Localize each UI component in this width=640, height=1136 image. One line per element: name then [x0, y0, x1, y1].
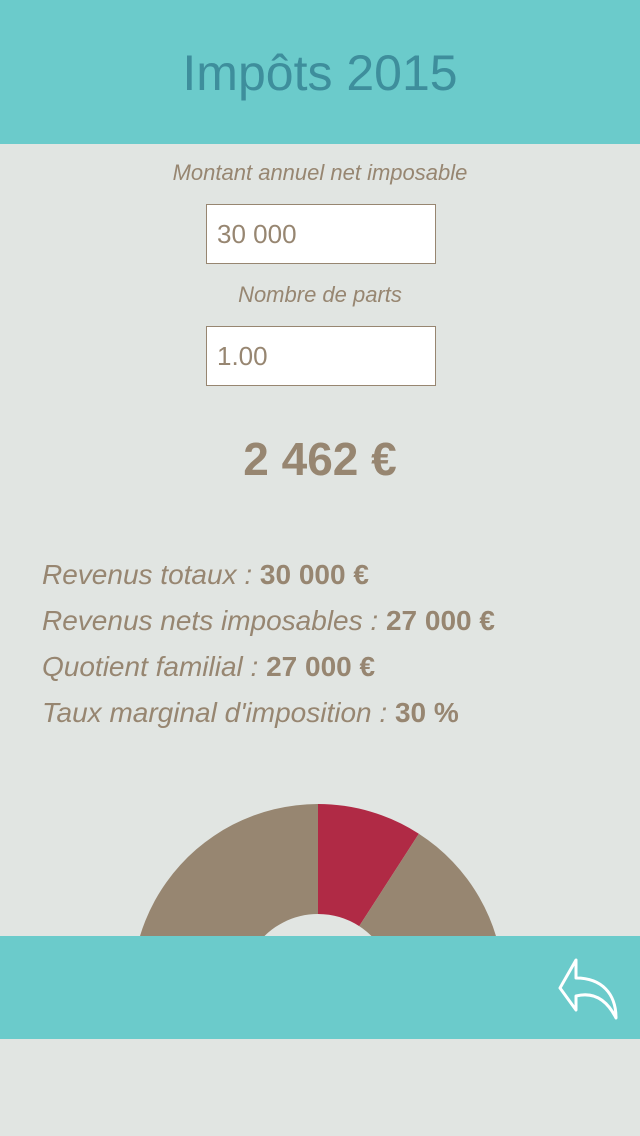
- stat-label: Revenus nets imposables :: [42, 605, 386, 636]
- stat-marginal-rate: Taux marginal d'imposition : 30 %: [42, 692, 622, 738]
- donut-chart-svg: [140, 804, 496, 936]
- donut-chart: [0, 780, 640, 936]
- stat-value: 27 000 €: [385, 605, 495, 636]
- stat-family-quotient: Quotient familial : 27 000 €: [42, 646, 622, 692]
- parts-label: Nombre de parts: [238, 282, 402, 307]
- income-label: Montant annuel net imposable: [172, 160, 468, 185]
- stat-value: 30 000 €: [259, 559, 369, 590]
- parts-input[interactable]: [206, 326, 436, 386]
- chart-slice-remaining: [140, 804, 496, 936]
- stats-list: Revenus totaux : 30 000 € Revenus nets i…: [42, 554, 622, 738]
- header-bar: Impôts 2015: [0, 0, 640, 144]
- page-title: Impôts 2015: [182, 45, 458, 101]
- reply-arrow-icon[interactable]: [556, 954, 626, 1024]
- footer-bar: [0, 936, 640, 1039]
- tax-result: 2 462 €: [243, 433, 397, 485]
- stat-value: 27 000 €: [266, 651, 376, 682]
- stat-label: Revenus totaux :: [42, 559, 260, 590]
- stat-value: 30 %: [394, 697, 459, 728]
- stat-net-taxable-income: Revenus nets imposables : 27 000 €: [42, 600, 622, 646]
- stat-label: Taux marginal d'imposition :: [42, 697, 395, 728]
- stat-label: Quotient familial :: [42, 651, 267, 682]
- stat-total-income: Revenus totaux : 30 000 €: [42, 554, 622, 600]
- income-input[interactable]: [206, 204, 436, 264]
